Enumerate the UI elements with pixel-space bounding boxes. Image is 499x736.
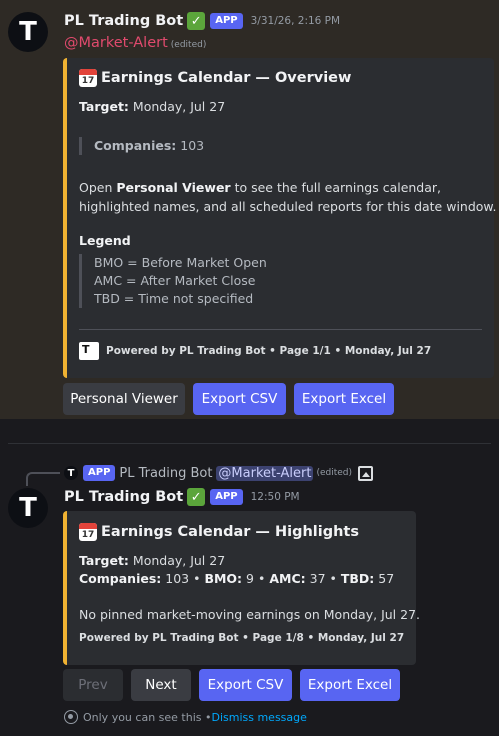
avatar-letter: T	[19, 493, 37, 523]
stats-line: Companies: 103 • BMO: 9 • AMC: 37 • TBD:…	[79, 571, 395, 586]
companies-quote: Companies: 103	[79, 137, 204, 155]
username-2[interactable]: PL Trading Bot	[64, 489, 183, 505]
target-value: Monday, Jul 27	[132, 99, 226, 114]
message-1: T PL Trading Bot ✓ APP 3/31/26, 2:16 PM …	[0, 0, 499, 419]
target-line: Target: Monday, Jul 27	[79, 99, 225, 114]
target-line-2: Target: Monday, Jul 27	[79, 553, 226, 568]
legend-item: TBD = Time not specified	[94, 291, 254, 306]
username[interactable]: PL Trading Bot	[64, 13, 183, 29]
bot-avatar-2[interactable]: T	[8, 488, 48, 528]
legend-title: Legend	[79, 233, 131, 248]
reply-connector	[26, 472, 60, 486]
verified-check-icon: ✓	[187, 488, 206, 506]
legend-item: AMC = After Market Close	[94, 273, 256, 288]
next-button[interactable]: Next	[131, 669, 191, 701]
calendar-icon: 17	[79, 523, 97, 541]
message-header-2: PL Trading Bot ✓ APP 12:50 PM	[64, 488, 300, 506]
embed-title: 17 Earnings Calendar — Overview	[79, 69, 351, 87]
ephemeral-notice: Only you can see this • Dismiss message	[64, 710, 307, 724]
footer-text: Powered by PL Trading Bot • Page 1/1 • M…	[106, 345, 432, 357]
app-badge: APP	[210, 13, 243, 29]
companies-value: 103	[180, 138, 205, 153]
reply-username[interactable]: PL Trading Bot	[119, 466, 212, 481]
personal-viewer-bold: Personal Viewer	[116, 180, 231, 195]
export-excel-button[interactable]: Export Excel	[294, 383, 394, 415]
role-mention[interactable]: @Market-Alert	[64, 35, 168, 51]
embed-title-2: 17 Earnings Calendar — Highlights	[79, 523, 359, 541]
ephemeral-text: Only you can see this •	[83, 710, 212, 724]
avatar-letter: T	[19, 17, 37, 47]
reply-reference[interactable]: T APP PL Trading Bot @Market-Alert (edit…	[64, 465, 374, 481]
mention-line: @Market-Alert (edited)	[64, 35, 206, 51]
embed-title-text: Earnings Calendar — Overview	[101, 70, 352, 86]
export-csv-button-2[interactable]: Export CSV	[199, 669, 292, 701]
prev-button[interactable]: Prev	[63, 669, 123, 701]
export-excel-button-2[interactable]: Export Excel	[300, 669, 400, 701]
edited-label: (edited)	[170, 40, 207, 50]
no-pinned-note: No pinned market-moving earnings on Mond…	[79, 607, 420, 622]
app-badge-2: APP	[210, 489, 243, 505]
embed-divider	[79, 329, 482, 330]
embed-footer-2: Powered by PL Trading Bot • Page 1/8 • M…	[79, 632, 405, 644]
timestamp[interactable]: 3/31/26, 2:16 PM	[251, 15, 340, 27]
dismiss-message-link[interactable]: Dismiss message	[211, 711, 306, 724]
open-viewer-text: Open Personal Viewer to see the full ear…	[79, 180, 497, 214]
reply-avatar: T	[64, 466, 78, 480]
overview-embed: 17 Earnings Calendar — Overview Target: …	[63, 58, 497, 378]
bot-avatar[interactable]: T	[8, 12, 48, 52]
personal-viewer-button[interactable]: Personal Viewer	[63, 383, 185, 415]
eye-icon	[64, 710, 78, 724]
reply-app-badge: APP	[83, 465, 116, 481]
export-csv-button[interactable]: Export CSV	[193, 383, 286, 415]
message-header: PL Trading Bot ✓ APP 3/31/26, 2:16 PM	[64, 12, 340, 30]
companies-label: Companies:	[94, 138, 177, 153]
embed-footer: T Powered by PL Trading Bot • Page 1/1 •…	[79, 342, 431, 360]
footer-logo-icon: T	[79, 342, 99, 360]
highlights-embed: 17 Earnings Calendar — Highlights Target…	[63, 511, 420, 665]
message-separator	[8, 443, 491, 444]
reply-edited: (edited)	[316, 468, 353, 478]
timestamp-2[interactable]: 12:50 PM	[251, 491, 300, 503]
target-label: Target:	[79, 99, 129, 114]
calendar-icon: 17	[79, 69, 97, 87]
legend-item: BMO = Before Market Open	[94, 255, 267, 270]
verified-check-icon: ✓	[187, 12, 206, 30]
reply-mention[interactable]: @Market-Alert	[216, 465, 314, 481]
legend-quote: BMO = Before Market Open AMC = After Mar…	[79, 254, 267, 308]
embed-title-text-2: Earnings Calendar — Highlights	[101, 524, 359, 540]
image-icon	[358, 465, 374, 481]
